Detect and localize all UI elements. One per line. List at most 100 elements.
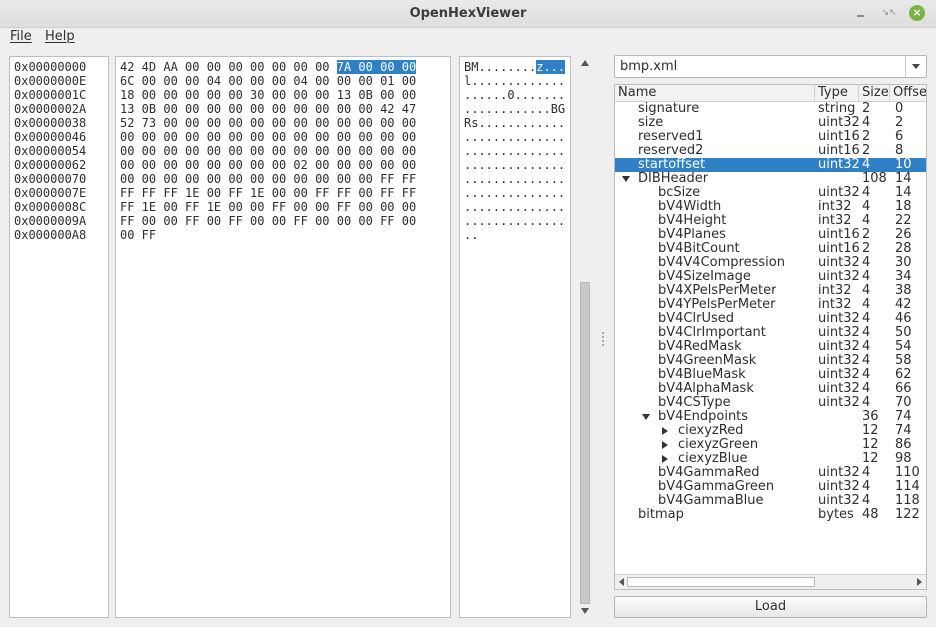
tree-row[interactable]: bV4YPelsPerMeter int32 4 42 [615,298,926,312]
splitter-handle[interactable] [602,332,604,346]
ascii-row[interactable]: BM........z... [464,60,570,74]
tree-row[interactable]: bV4AlphaMask uint32 4 66 [615,382,926,396]
tree-row[interactable]: reserved1 uint16 2 6 [615,130,926,144]
scrollbar-thumb[interactable] [580,282,590,604]
tree-row[interactable]: bV4GreenMask uint32 4 58 [615,354,926,368]
tree-row[interactable]: ciexyzRed 12 74 [615,424,926,438]
column-header-type[interactable]: Type [815,85,859,102]
tree-row[interactable]: bV4Width int32 4 18 [615,200,926,214]
ascii-row[interactable]: .............. [464,130,570,144]
ascii-bytes[interactable]: .............. [464,144,565,158]
column-header-size[interactable]: Size [859,85,890,102]
hex-row[interactable]: 18 00 00 00 00 00 30 00 00 00 13 0B 00 0… [120,88,450,102]
menu-file[interactable]: File [10,28,32,45]
hex-bytes[interactable]: 18 00 00 00 00 00 30 00 00 00 13 0B 00 0… [120,88,416,102]
tree-row[interactable]: bV4V4Compression uint32 4 30 [615,256,926,270]
ascii-selection[interactable]: z... [536,60,566,74]
expanded-arrow-icon[interactable] [622,176,630,182]
tree-row[interactable]: bitmap bytes 48 122 [615,508,926,522]
ascii-row[interactable]: ............BG [464,102,570,116]
hex-row[interactable]: FF 1E 00 FF 1E 00 00 FF 00 00 FF 00 00 0… [120,200,450,214]
ascii-bytes[interactable]: Rs............ [464,116,565,130]
ascii-row[interactable]: .. [464,228,570,242]
hex-bytes[interactable]: 00 FF [120,228,156,242]
tree-row[interactable]: bV4BitCount uint16 2 28 [615,242,926,256]
tree-row[interactable]: bV4RedMask uint32 4 54 [615,340,926,354]
ascii-bytes[interactable]: .............. [464,214,565,228]
collapsed-arrow-icon[interactable] [662,441,668,449]
hex-bytes[interactable]: 13 0B 00 00 00 00 00 00 00 00 00 00 42 4… [120,102,416,116]
hex-bytes[interactable]: 00 00 00 00 00 00 00 00 02 00 00 00 00 0… [120,158,416,172]
tree-row[interactable]: DIBHeader 108 14 [615,172,926,186]
ascii-row[interactable]: ......0....... [464,88,570,102]
tree-row[interactable]: bV4Planes uint16 2 26 [615,228,926,242]
tree-row[interactable]: startoffset uint32 4 10 [615,158,926,172]
collapsed-arrow-icon[interactable] [662,455,668,463]
tree-row[interactable]: reserved2 uint16 2 8 [615,144,926,158]
close-icon[interactable]: × [909,5,925,21]
ascii-view[interactable]: BM........z... l............. ......0.....… [459,56,571,618]
ascii-bytes[interactable]: .............. [464,186,565,200]
tree-row[interactable]: bV4ClrUsed uint32 4 46 [615,312,926,326]
ascii-bytes[interactable]: .............. [464,172,565,186]
hex-bytes[interactable]: 52 73 00 00 00 00 00 00 00 00 00 00 00 0… [120,116,416,130]
restore-icon[interactable]: ↘↖ [881,5,897,21]
hex-bytes[interactable]: FF 00 00 FF 00 FF 00 00 FF 00 00 00 FF 0… [120,214,416,228]
hex-selection[interactable]: 7A 00 00 00 [336,60,417,74]
column-header-offset[interactable]: Offset [890,85,926,102]
ascii-bytes[interactable]: ......0....... [464,88,565,102]
tree-row[interactable]: bV4SizeImage uint32 4 34 [615,270,926,284]
tree-row[interactable]: bV4Height int32 4 22 [615,214,926,228]
hex-bytes[interactable]: 00 00 00 00 00 00 00 00 00 00 00 00 00 0… [120,130,416,144]
tree-row[interactable]: bV4GammaGreen uint32 4 114 [615,480,926,494]
hex-row[interactable]: FF 00 00 FF 00 FF 00 00 FF 00 00 00 FF 0… [120,214,450,228]
hex-bytes[interactable]: 00 00 00 00 00 00 00 00 00 00 00 00 00 0… [120,144,416,158]
tree-row[interactable]: bV4Endpoints 36 74 [615,410,926,424]
column-header-name[interactable]: Name [615,85,815,102]
ascii-bytes[interactable]: .. [464,228,478,242]
tree-row[interactable]: bV4XPelsPerMeter int32 4 38 [615,284,926,298]
hex-row[interactable]: FF FF FF 1E 00 FF 1E 00 00 FF FF 00 FF F… [120,186,450,200]
chevron-down-icon[interactable] [905,56,926,77]
ascii-row[interactable]: Rs............ [464,116,570,130]
ascii-row[interactable]: .............. [464,158,570,172]
scroll-down-icon[interactable] [581,608,589,614]
ascii-bytes[interactable]: l............. [464,74,565,88]
scroll-right-icon[interactable] [917,578,922,586]
scroll-up-icon[interactable] [581,60,589,66]
hex-row[interactable]: 52 73 00 00 00 00 00 00 00 00 00 00 00 0… [120,116,450,130]
ascii-row[interactable]: .............. [464,200,570,214]
hex-bytes[interactable]: 6C 00 00 00 04 00 00 00 04 00 00 00 01 0… [120,74,416,88]
ascii-row[interactable]: l............. [464,74,570,88]
hex-row[interactable]: 6C 00 00 00 04 00 00 00 04 00 00 00 01 0… [120,74,450,88]
hex-row[interactable]: 00 00 00 00 00 00 00 00 00 00 00 00 FF F… [120,172,450,186]
ascii-row[interactable]: .............. [464,214,570,228]
tree-row[interactable]: bcSize uint32 4 14 [615,186,926,200]
ascii-row[interactable]: .............. [464,144,570,158]
minimize-icon[interactable] [853,5,869,21]
ascii-bytes[interactable]: .............. [464,130,565,144]
tree-row[interactable]: signature string 2 0 [615,102,926,116]
hex-bytes[interactable]: FF 1E 00 FF 1E 00 00 FF 00 00 FF 00 00 0… [120,200,416,214]
ascii-bytes[interactable]: ............BG [464,102,565,116]
format-select[interactable]: bmp.xml [614,55,927,78]
ascii-bytes[interactable]: .............. [464,158,565,172]
tree-row[interactable]: bV4GammaRed uint32 4 110 [615,466,926,480]
load-button[interactable]: Load [614,596,927,618]
hex-bytes[interactable]: 00 00 00 00 00 00 00 00 00 00 00 00 FF F… [120,172,416,186]
menu-help[interactable]: Help [45,28,75,45]
tree-row[interactable]: ciexyzGreen 12 86 [615,438,926,452]
hex-row[interactable]: 42 4D AA 00 00 00 00 00 00 00 7A 00 00 0… [120,60,450,74]
tree-row[interactable]: ciexyzBlue 12 98 [615,452,926,466]
ascii-row[interactable]: .............. [464,172,570,186]
tree-row[interactable]: bV4CSType uint32 4 70 [615,396,926,410]
tree-row[interactable]: bV4ClrImportant uint32 4 50 [615,326,926,340]
tree-row[interactable]: bV4GammaBlue uint32 4 118 [615,494,926,508]
scroll-left-icon[interactable] [619,578,624,586]
ascii-bytes[interactable]: BM........ [464,60,536,74]
ascii-row[interactable]: .............. [464,186,570,200]
hex-row[interactable]: 00 00 00 00 00 00 00 00 00 00 00 00 00 0… [120,130,450,144]
hex-bytes[interactable]: FF FF FF 1E 00 FF 1E 00 00 FF FF 00 FF F… [120,186,416,200]
hex-row[interactable]: 13 0B 00 00 00 00 00 00 00 00 00 00 42 4… [120,102,450,116]
structure-tree[interactable]: Name Type Size Offset signaturestring20 s… [614,84,927,590]
